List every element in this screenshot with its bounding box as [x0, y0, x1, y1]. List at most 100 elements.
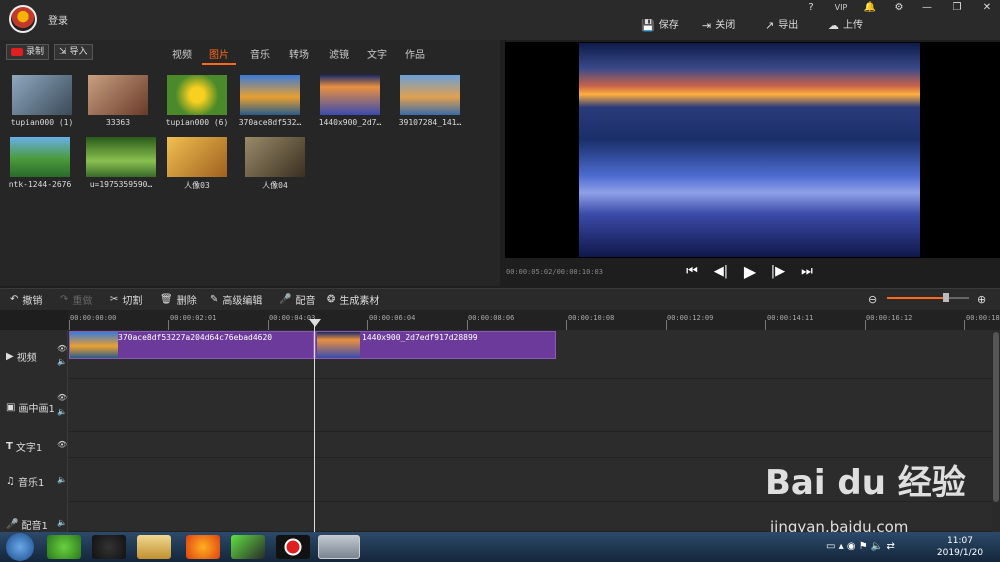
vip-icon[interactable]: VIP [832, 2, 850, 14]
advanced-edit-button[interactable]: ✎ 高级编辑 [210, 292, 262, 307]
delete-label: 删除 [176, 296, 197, 307]
zoom-slider-track [947, 297, 969, 299]
restore-icon[interactable]: ❐ [948, 2, 966, 14]
login-link[interactable]: 登录 [48, 12, 68, 27]
speaker-icon[interactable]: 🔈 [57, 407, 67, 416]
media-label: tupian000 (6) [165, 118, 229, 127]
track-pip-name: 画中画1 [18, 404, 55, 415]
media-thumb[interactable] [245, 137, 305, 177]
media-thumb[interactable] [167, 75, 227, 115]
prev-frame-icon[interactable]: ◀| [711, 262, 731, 282]
speaker-icon[interactable]: 🔈 [57, 357, 67, 366]
media-thumb[interactable] [320, 75, 380, 115]
play-icon[interactable]: ▶ [740, 262, 760, 282]
undo-label: 撤销 [22, 296, 43, 307]
zoom-slider-handle[interactable] [943, 293, 949, 302]
tab-works[interactable]: 作品 [405, 46, 425, 61]
text-track-icon: T [6, 441, 13, 452]
gear-icon[interactable]: ⚙ [890, 2, 908, 14]
export-label: 导出 [778, 20, 799, 31]
media-thumb[interactable] [86, 137, 156, 177]
speaker-icon[interactable]: 🔈 [57, 518, 67, 527]
tab-video[interactable]: 视频 [172, 46, 192, 61]
track-video-name: 视频 [16, 353, 37, 364]
media-thumb[interactable] [400, 75, 460, 115]
clip-label: 370ace8df53227a204d64c76ebad4620 [118, 333, 273, 342]
film-icon: ❂ [327, 294, 336, 305]
folder-icon[interactable] [137, 535, 171, 559]
zoom-out-icon[interactable]: ⊖ [868, 293, 877, 306]
redo-button[interactable]: ↷ 重做 [60, 292, 92, 307]
ruler-line [964, 320, 965, 330]
music-track-icon: ♫ [6, 476, 15, 487]
ruler-tick: 00:00:14:11 [767, 314, 814, 322]
ruler-line [268, 320, 269, 330]
ruler-line [367, 320, 368, 330]
zoom-in-icon[interactable]: ⊕ [977, 293, 986, 306]
media-thumb[interactable] [12, 75, 72, 115]
playhead-handle[interactable] [309, 319, 321, 327]
media-thumb[interactable] [88, 75, 148, 115]
media-thumb[interactable] [240, 75, 300, 115]
start-button[interactable] [6, 533, 34, 561]
ruler-line [865, 320, 866, 330]
tab-transition[interactable]: 转场 [289, 46, 309, 61]
redo-label: 重做 [72, 296, 93, 307]
tab-music[interactable]: 音乐 [250, 46, 270, 61]
eye-icon[interactable]: 👁 [57, 440, 67, 449]
clip-thumb [70, 332, 118, 358]
skip-start-icon[interactable]: ⏮ [682, 262, 702, 282]
next-frame-icon[interactable]: |▶ [768, 262, 788, 282]
clock[interactable]: 11:07 2019/1/20 [930, 535, 990, 559]
media-thumb[interactable] [10, 137, 70, 177]
save-icon: 💾 [641, 19, 655, 32]
close-icon[interactable]: ✕ [978, 2, 996, 14]
taskbar-app-icon[interactable] [47, 535, 81, 559]
skip-end-icon[interactable]: ⏭ [797, 262, 817, 282]
save-button[interactable]: 💾 保存 [641, 18, 679, 34]
help-button[interactable]: ? [802, 2, 820, 14]
record-button[interactable]: 录制 [6, 44, 50, 60]
tab-filter[interactable]: 滤镜 [329, 46, 349, 61]
video-editor-taskbar-icon[interactable] [318, 535, 360, 559]
eye-icon[interactable]: 👁 [57, 393, 67, 402]
dub-button[interactable]: 🎤 配音 [279, 292, 315, 307]
clock-date: 2019/1/20 [936, 548, 984, 558]
ruler-line [566, 320, 567, 330]
generate-button[interactable]: ❂ 生成素材 [327, 292, 379, 307]
tab-text[interactable]: 文字 [367, 46, 387, 61]
firefox-icon[interactable] [186, 535, 220, 559]
media-label: 人像04 [262, 181, 288, 190]
eye-icon[interactable]: 👁 [57, 344, 67, 353]
media-thumb[interactable] [167, 137, 227, 177]
edit-toolbar [0, 288, 1000, 310]
cloud-upload-icon: ☁ [828, 19, 839, 32]
undo-icon: ↶ [10, 294, 19, 305]
undo-button[interactable]: ↶ 撤销 [10, 292, 42, 307]
bell-icon[interactable]: 🔔 [861, 2, 879, 14]
recorder-icon[interactable] [276, 535, 310, 559]
upload-button[interactable]: ☁ 上传 [828, 18, 863, 34]
track-label-music: ♫ 音乐1 [6, 474, 44, 489]
delete-button[interactable]: 🗑 删除 [160, 292, 197, 307]
pip-track[interactable] [68, 379, 992, 432]
export-button[interactable]: ↗ 导出 [765, 18, 798, 34]
import-icon: ⇲ [59, 47, 67, 57]
cut-button[interactable]: ✂ 切割 [110, 292, 142, 307]
record-icon [11, 48, 23, 56]
import-button[interactable]: ⇲ 导入 [54, 44, 93, 60]
editor-icon[interactable] [231, 535, 265, 559]
active-tab-indicator [202, 63, 236, 65]
generate-label: 生成素材 [339, 296, 380, 307]
speaker-icon[interactable]: 🔈 [57, 475, 67, 484]
media-label: 33363 [105, 118, 131, 127]
scrollbar-thumb[interactable] [993, 332, 999, 502]
close-button[interactable]: ⇥ 关闭 [702, 18, 735, 34]
minimize-icon[interactable]: — [918, 2, 936, 14]
qq-icon[interactable] [92, 535, 126, 559]
tab-image[interactable]: 图片 [209, 46, 229, 61]
ruler-tick: 00:00:02:01 [170, 314, 217, 322]
tray-icons[interactable]: ▭ ▴ ◉ ⚑ 🔈 ⇄ [826, 541, 895, 552]
playhead[interactable] [314, 320, 315, 532]
clip-label: 1440x900_2d7edf917d28899 [362, 333, 478, 342]
